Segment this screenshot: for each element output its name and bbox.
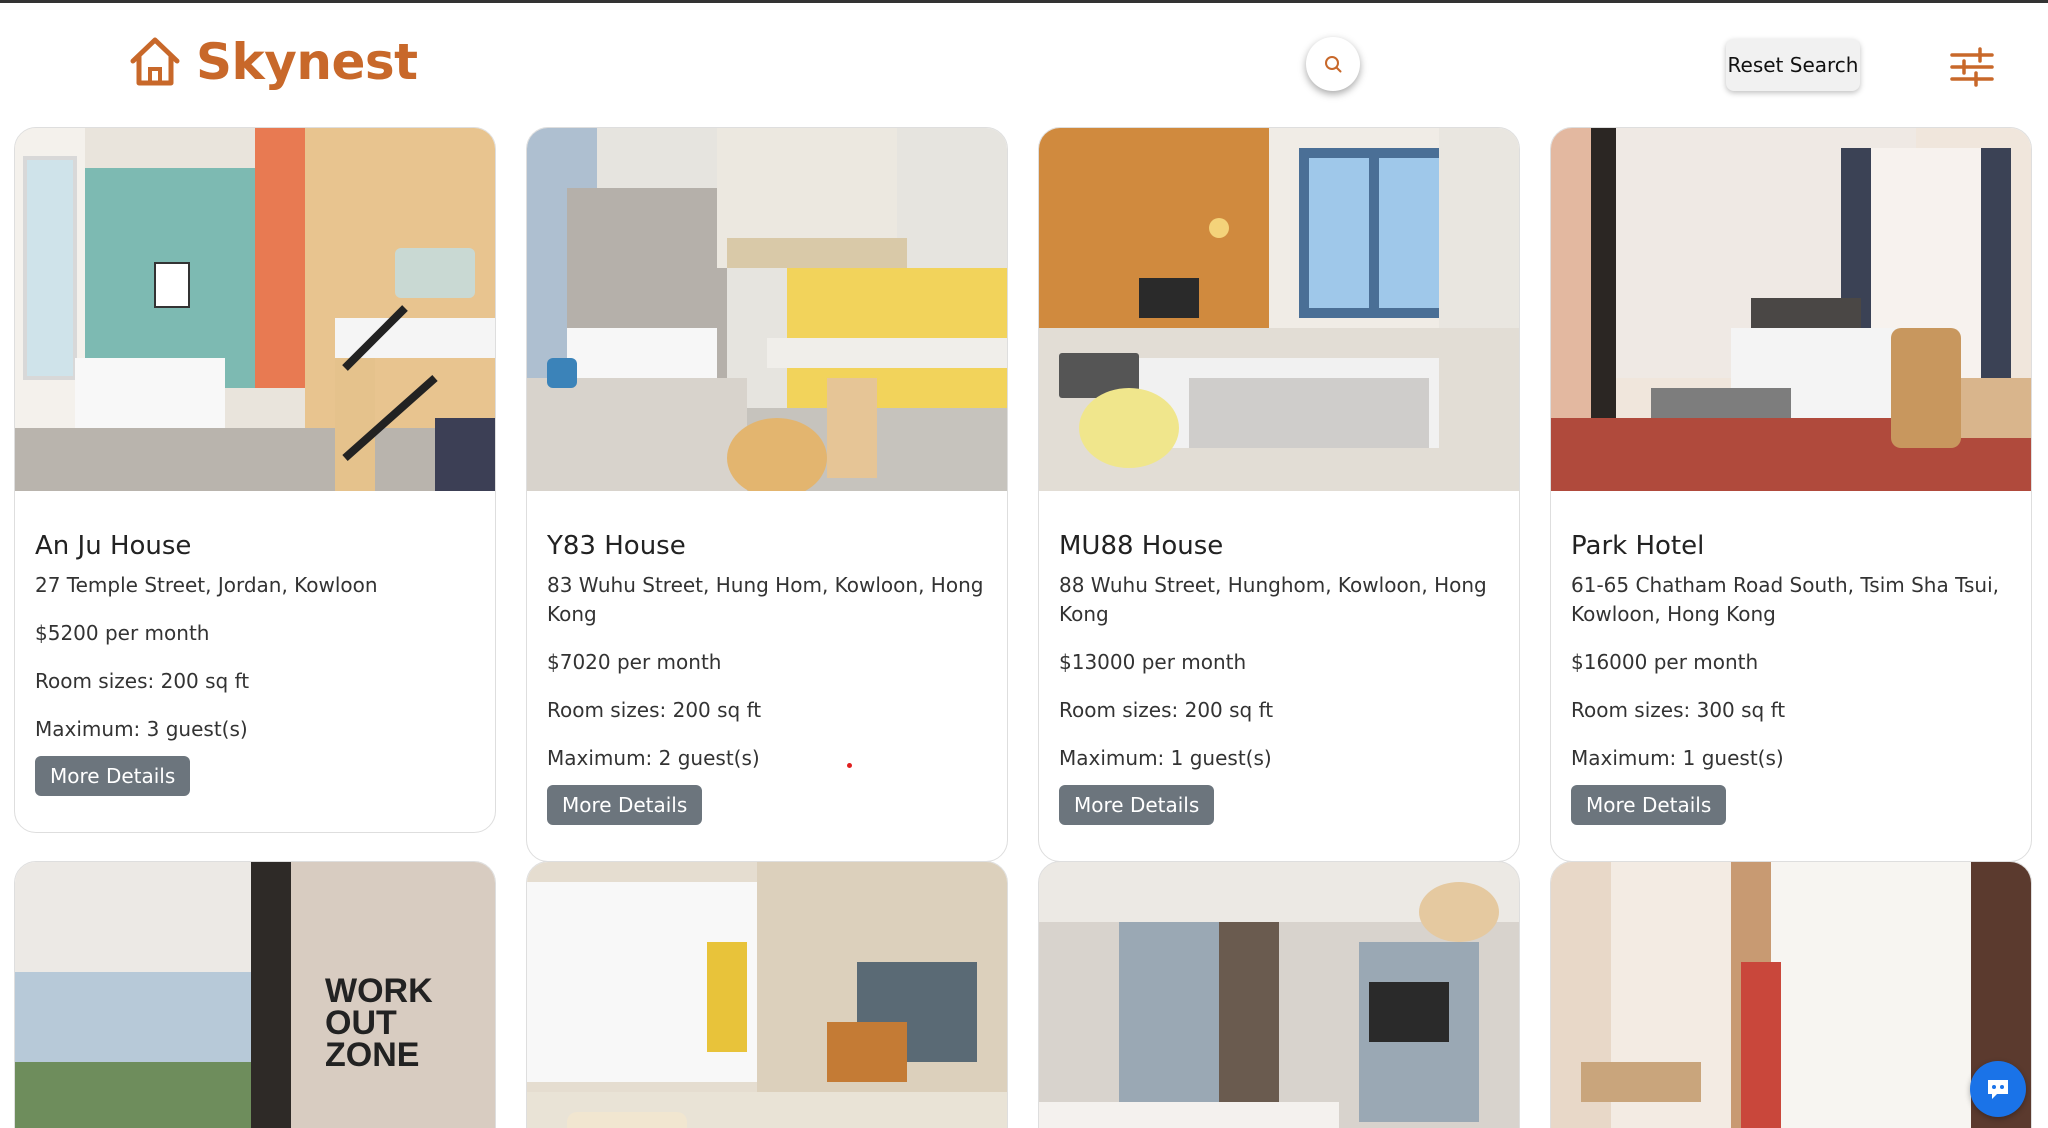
listing-card[interactable]: An Ju House 27 Temple Street, Jordan, Ko… <box>14 127 496 833</box>
listing-card[interactable]: WORK OUT ZONE <box>14 861 496 1128</box>
listing-price: $7020 per month <box>547 650 722 674</box>
listing-photo[interactable] <box>1551 862 2031 1128</box>
search-icon <box>1325 56 1342 73</box>
listing-photo[interactable] <box>1551 128 2031 491</box>
red-dot-marker <box>847 763 852 768</box>
listing-name: Park Hotel <box>1571 531 1705 561</box>
listing-card[interactable]: Y83 House 83 Wuhu Street, Hung Hom, Kowl… <box>526 127 1008 862</box>
listing-card[interactable]: Park Hotel 61-65 Chatham Road South, Tsi… <box>1550 127 2032 862</box>
listing-photo[interactable] <box>527 862 1007 1128</box>
listing-room-size: Room sizes: 200 sq ft <box>547 698 762 722</box>
svg-text:ZONE: ZONE <box>325 1036 419 1074</box>
listing-address: 61-65 Chatham Road South, Tsim Sha Tsui,… <box>1571 573 1999 626</box>
chat-button[interactable] <box>1970 1061 2026 1117</box>
listing-room-size: Room sizes: 200 sq ft <box>1059 698 1274 722</box>
home-icon <box>130 37 180 86</box>
listing-room-size: Room sizes: 200 sq ft <box>35 669 250 693</box>
listing-name: MU88 House <box>1059 531 1224 561</box>
listing-card[interactable]: MU88 House 88 Wuhu Street, Hunghom, Kowl… <box>1038 127 1520 862</box>
search-button[interactable] <box>1306 37 1360 91</box>
chat-bot-icon <box>1988 1080 2008 1099</box>
reset-search-button[interactable]: Reset Search <box>1726 39 1860 91</box>
brand-logo[interactable]: Skynest <box>128 33 418 91</box>
listing-price: $5200 per month <box>35 621 210 645</box>
listing-photo[interactable] <box>1039 128 1519 491</box>
listing-card[interactable] <box>526 861 1008 1128</box>
listing-address: 27 Temple Street, Jordan, Kowloon <box>35 573 378 597</box>
listing-max-guests: Maximum: 2 guest(s) <box>547 746 760 770</box>
listing-room-size: Room sizes: 300 sq ft <box>1571 698 1786 722</box>
more-details-button[interactable]: More Details <box>1571 785 1727 825</box>
listing-photo[interactable] <box>1039 862 1519 1128</box>
more-details-button[interactable]: More Details <box>547 785 703 825</box>
listing-name: Y83 House <box>547 531 686 561</box>
listing-address: 83 Wuhu Street, Hung Hom, Kowloon, Hong … <box>547 573 984 626</box>
listing-photo[interactable] <box>15 128 495 491</box>
sliders-icon[interactable] <box>1950 47 1994 87</box>
listing-card[interactable] <box>1038 861 1520 1128</box>
listing-name: An Ju House <box>35 531 192 561</box>
listing-price: $16000 per month <box>1571 650 1759 674</box>
more-details-button[interactable]: More Details <box>35 756 191 796</box>
listing-max-guests: Maximum: 1 guest(s) <box>1059 746 1272 770</box>
more-details-button[interactable]: More Details <box>1059 785 1215 825</box>
listing-card[interactable] <box>1550 861 2032 1128</box>
top-header: Skynest Reset Search <box>0 3 2048 127</box>
listing-photo[interactable]: WORK OUT ZONE <box>15 862 495 1128</box>
listing-max-guests: Maximum: 3 guest(s) <box>35 717 248 741</box>
listing-address: 88 Wuhu Street, Hunghom, Kowloon, Hong K… <box>1059 573 1487 626</box>
listing-max-guests: Maximum: 1 guest(s) <box>1571 746 1784 770</box>
brand-name: Skynest <box>196 33 418 91</box>
listing-photo[interactable] <box>527 128 1007 491</box>
listing-price: $13000 per month <box>1059 650 1247 674</box>
